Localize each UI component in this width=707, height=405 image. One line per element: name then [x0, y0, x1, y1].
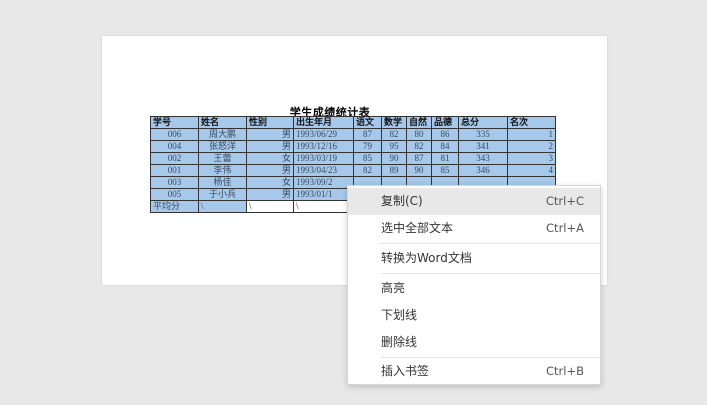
table-header-row: 学号 姓名 性别 出生年月 语文 数学 自然 品德 总分 名次	[150, 116, 556, 129]
cell: 341	[458, 140, 508, 153]
cell: 84	[431, 140, 459, 153]
cell: 89	[381, 164, 407, 177]
cell: 3	[507, 152, 556, 165]
cell: 平均分	[150, 200, 199, 213]
cell: 男	[246, 164, 294, 177]
table-row: 004 张怒洋 男 1993/12/16 79 95 82 84 341 2	[150, 140, 556, 153]
cell: 男	[246, 140, 294, 153]
header-cell: 出生年月	[293, 116, 354, 129]
menu-item-label: 删除线	[381, 335, 418, 349]
menu-item-convert-word[interactable]: 转换为Word文档	[348, 245, 600, 272]
cell: 343	[458, 152, 508, 165]
cell: 85	[431, 164, 459, 177]
cell: 80	[406, 128, 432, 141]
table-row: 001 李伟 男 1993/04/23 82 89 90 85 346 4	[150, 164, 556, 177]
cell: 1993/12/16	[293, 140, 354, 153]
header-cell: 语文	[353, 116, 382, 129]
cell: 90	[381, 152, 407, 165]
header-cell: 名次	[507, 116, 556, 129]
cell: \	[198, 200, 247, 213]
cell: 王蕾	[198, 152, 247, 165]
cell: \	[246, 200, 294, 213]
menu-item-label: 插入书签	[381, 364, 430, 378]
cell: 82	[381, 128, 407, 141]
cell: 男	[246, 128, 294, 141]
menu-item-shortcut: Ctrl+B	[546, 364, 584, 378]
cell: 杨佳	[198, 176, 247, 189]
header-cell: 学号	[150, 116, 199, 129]
cell: 79	[353, 140, 382, 153]
cell: 346	[458, 164, 508, 177]
cell: 1993/03/19	[293, 152, 354, 165]
cell: 81	[431, 152, 459, 165]
cell: 男	[246, 188, 294, 201]
menu-item-copy[interactable]: 复制(C) Ctrl+C	[348, 188, 600, 215]
menu-item-strikethrough[interactable]: 删除线	[348, 329, 600, 356]
cell: 82	[406, 140, 432, 153]
cell: 1993/04/23	[293, 164, 354, 177]
cell: 003	[150, 176, 199, 189]
header-cell: 数学	[381, 116, 407, 129]
menu-item-label: 复制(C)	[381, 194, 423, 208]
cell: 87	[406, 152, 432, 165]
header-cell: 品德	[431, 116, 459, 129]
cell: 87	[353, 128, 382, 141]
cell: 1	[507, 128, 556, 141]
cell: 006	[150, 128, 199, 141]
menu-item-insert-bookmark[interactable]: 插入书签 Ctrl+B	[348, 358, 600, 385]
menu-item-shortcut: Ctrl+A	[546, 221, 584, 235]
table-row: 002 王蕾 女 1993/03/19 85 90 87 81 343 3	[150, 152, 556, 165]
menu-item-label: 高亮	[381, 281, 406, 295]
cell: 2	[507, 140, 556, 153]
cell: 1993/01/1	[293, 188, 354, 201]
cell: 82	[353, 164, 382, 177]
cell: 女	[246, 152, 294, 165]
table-row: 006 周大鹏 男 1993/06/29 87 82 80 86 335 1	[150, 128, 556, 141]
menu-item-label: 选中全部文本	[381, 221, 454, 235]
cell: 85	[353, 152, 382, 165]
cell: 90	[406, 164, 432, 177]
cell: 于小兵	[198, 188, 247, 201]
header-cell: 总分	[458, 116, 508, 129]
menu-item-select-all[interactable]: 选中全部文本 Ctrl+A	[348, 215, 600, 242]
cell: 002	[150, 152, 199, 165]
menu-separator	[381, 273, 600, 274]
header-cell: 姓名	[198, 116, 247, 129]
cell: 001	[150, 164, 199, 177]
cell: 4	[507, 164, 556, 177]
cell: 1993/09/2	[293, 176, 354, 189]
cell: 1993/06/29	[293, 128, 354, 141]
header-cell: 性别	[246, 116, 294, 129]
cell: \	[293, 200, 354, 213]
cell: 周大鹏	[198, 128, 247, 141]
header-cell: 自然	[406, 116, 432, 129]
menu-item-label: 下划线	[381, 308, 418, 322]
menu-separator	[381, 243, 600, 244]
menu-item-label: 转换为Word文档	[381, 251, 472, 265]
cell: 005	[150, 188, 199, 201]
context-menu: 复制(C) Ctrl+C 选中全部文本 Ctrl+A 转换为Word文档 高亮 …	[347, 185, 601, 385]
cell: 004	[150, 140, 199, 153]
cell: 335	[458, 128, 508, 141]
cell: 李伟	[198, 164, 247, 177]
menu-item-underline[interactable]: 下划线	[348, 302, 600, 329]
cell: 95	[381, 140, 407, 153]
cell: 86	[431, 128, 459, 141]
menu-item-shortcut: Ctrl+C	[545, 194, 584, 208]
cell: 张怒洋	[198, 140, 247, 153]
cell: 女	[246, 176, 294, 189]
menu-item-highlight[interactable]: 高亮	[348, 275, 600, 302]
